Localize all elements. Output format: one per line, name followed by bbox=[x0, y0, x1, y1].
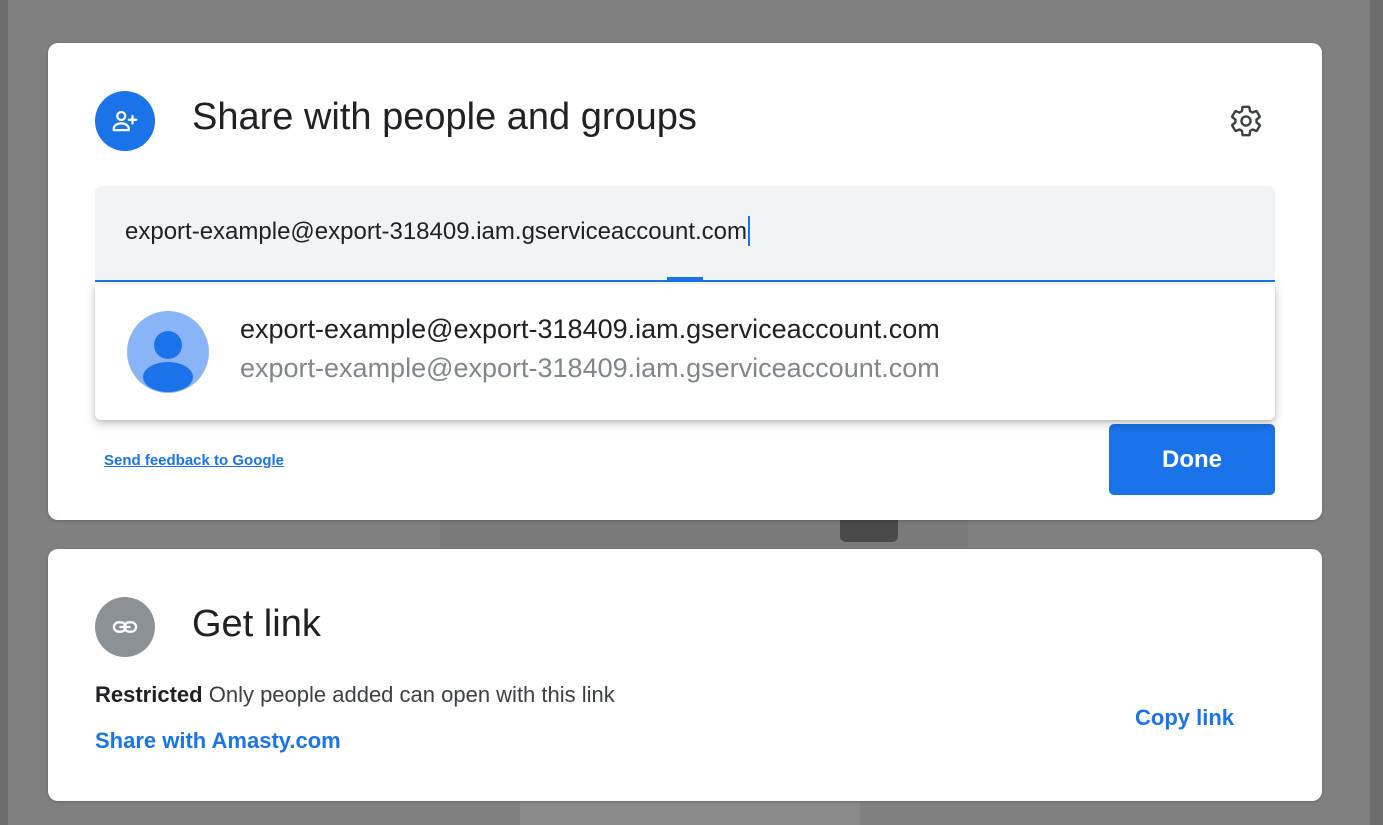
access-level-label[interactable]: Restricted bbox=[95, 682, 203, 707]
backdrop-dimmed-shape bbox=[840, 520, 898, 542]
avatar-icon bbox=[127, 311, 209, 393]
backdrop-dimmed-footer bbox=[520, 800, 860, 825]
share-dialog-card: Share with people and groups export-exam… bbox=[48, 43, 1322, 520]
get-link-card: Get link Restricted Only people added ca… bbox=[48, 549, 1322, 801]
add-people-input[interactable]: export-example@export-318409.iam.gservic… bbox=[95, 186, 1275, 282]
done-button[interactable]: Done bbox=[1109, 424, 1275, 495]
link-access-summary: Restricted Only people added can open wi… bbox=[95, 682, 615, 708]
access-description: Only people added can open with this lin… bbox=[208, 682, 615, 707]
link-icon bbox=[95, 597, 155, 657]
add-people-input-value[interactable]: export-example@export-318409.iam.gservic… bbox=[125, 216, 750, 246]
input-focus-indicator bbox=[667, 277, 703, 280]
person-add-icon bbox=[95, 91, 155, 151]
get-link-title: Get link bbox=[192, 603, 321, 645]
gear-icon[interactable] bbox=[1224, 99, 1268, 143]
backdrop-right-edge bbox=[1370, 0, 1383, 825]
suggestion-name: export-example@export-318409.iam.gservic… bbox=[240, 314, 940, 344]
send-feedback-link[interactable]: Send feedback to Google bbox=[104, 452, 284, 469]
share-with-domain-link[interactable]: Share with Amasty.com bbox=[95, 728, 341, 754]
suggestion-email: export-example@export-318409.iam.gservic… bbox=[240, 353, 940, 383]
text-caret bbox=[748, 216, 750, 246]
backdrop-left-edge bbox=[0, 0, 8, 825]
share-dialog-title: Share with people and groups bbox=[192, 96, 697, 138]
suggestion-item[interactable]: export-example@export-318409.iam.gservic… bbox=[95, 284, 1275, 420]
copy-link-button[interactable]: Copy link bbox=[1135, 705, 1234, 731]
